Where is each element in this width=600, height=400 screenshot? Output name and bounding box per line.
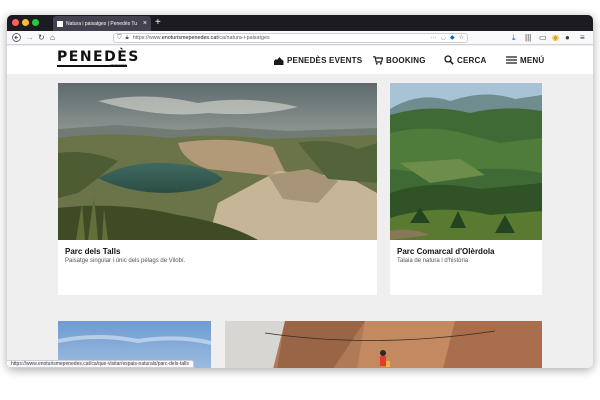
logo-wordmark: PENEDÈS	[57, 49, 140, 65]
menu-main-link[interactable]: MENÚ	[506, 54, 544, 66]
account-icon[interactable]: ●	[565, 33, 570, 43]
site-logo[interactable]: PENEDÈS ENOTURISME	[57, 49, 140, 68]
home-icon[interactable]: ⌂	[50, 33, 55, 43]
web-page: PENEDÈS ENOTURISME PENEDÈS EVENTS BOOKIN…	[7, 46, 593, 368]
navigation-bar: → ↻ ⌂ ⛉ 🔒︎ https://www.enoturismepenedes…	[7, 31, 593, 45]
menu-events-link[interactable]: PENEDÈS EVENTS	[273, 54, 362, 66]
shield-icon[interactable]: ⛉	[117, 35, 122, 41]
card-image-lake[interactable]	[58, 83, 377, 240]
url-prefix: https://www.	[132, 35, 162, 41]
address-bar[interactable]: ⛉ 🔒︎ https://www.enoturismepenedes.cat/c…	[113, 33, 468, 43]
url-path: /ca/natura-i-paisatges	[217, 35, 270, 41]
tab-title: Natura i paisatges | Penedès Tu	[66, 20, 138, 27]
reader-view-icon[interactable]: ◆	[450, 35, 455, 41]
menu-events-label: PENEDÈS EVENTS	[287, 55, 363, 65]
forward-arrow-icon[interactable]: →	[26, 33, 34, 43]
browser-window: Natura i paisatges | Penedès Tu × + → ↻ …	[7, 15, 593, 368]
reload-icon[interactable]: ↻	[38, 33, 45, 43]
active-tab[interactable]: Natura i paisatges | Penedès Tu ×	[53, 16, 151, 31]
url-text: https://www.enoturismepenedes.cat/ca/nat…	[133, 35, 427, 41]
zoom-window-button[interactable]	[32, 19, 39, 26]
card-title[interactable]: Parc dels Talls	[65, 247, 120, 256]
card-fourth[interactable]	[225, 321, 542, 368]
menu-main-label: MENÚ	[520, 55, 545, 65]
logo-tagline: ENOTURISME	[110, 64, 127, 67]
site-header: PENEDÈS ENOTURISME PENEDÈS EVENTS BOOKIN…	[7, 46, 593, 74]
tab-close-icon[interactable]: ×	[143, 20, 147, 27]
search-icon	[444, 55, 454, 65]
menu-search-label: CERCA	[457, 55, 487, 65]
menu-search-link[interactable]: CERCA	[444, 54, 486, 66]
close-window-button[interactable]	[12, 19, 19, 26]
minimize-window-button[interactable]	[22, 19, 29, 26]
menu-booking-label: BOOKING	[386, 55, 426, 65]
card-image-valley[interactable]	[390, 83, 542, 240]
cart-icon	[373, 55, 383, 65]
menu-booking-link[interactable]: BOOKING	[373, 54, 426, 66]
hamburger-icon	[506, 56, 517, 64]
card-title[interactable]: Parc Comarcal d'Olèrdola	[397, 247, 495, 256]
events-icon	[273, 56, 284, 65]
status-bar-link-preview: https://www.enoturismepenedes.cat/ca/que…	[7, 360, 194, 368]
bookmark-star-icon[interactable]: ☆	[459, 35, 464, 41]
card-subtitle: Talaia de natura i d'història	[397, 258, 469, 264]
url-domain: enoturismepenedes.cat	[161, 35, 218, 41]
sidebar-icon[interactable]: ▭	[539, 33, 547, 43]
new-tab-icon[interactable]: +	[155, 16, 161, 30]
card-parc-dels-talls[interactable]: Parc dels Talls Paisatge singular i únic…	[58, 83, 377, 295]
more-icon[interactable]: ···	[431, 35, 437, 41]
library-icon[interactable]: |||	[525, 33, 531, 43]
back-arrow-icon[interactable]	[12, 33, 21, 45]
download-icon[interactable]: ⤓	[512, 33, 516, 43]
site-favicon-icon	[57, 20, 63, 27]
card-parc-olerdola[interactable]: Parc Comarcal d'Olèrdola Talaia de natur…	[390, 83, 542, 295]
card-subtitle: Paisatge singular i únic dels pèlags de …	[65, 258, 186, 264]
lock-icon[interactable]: 🔒︎	[126, 35, 129, 41]
card-image-canyon[interactable]	[225, 321, 542, 368]
extension-icon[interactable]: ◉	[552, 33, 559, 43]
hamburger-menu-icon[interactable]: ≡	[580, 33, 585, 43]
tab-bar: Natura i paisatges | Penedès Tu × +	[7, 15, 593, 31]
pocket-icon[interactable]: ◡	[441, 35, 446, 41]
